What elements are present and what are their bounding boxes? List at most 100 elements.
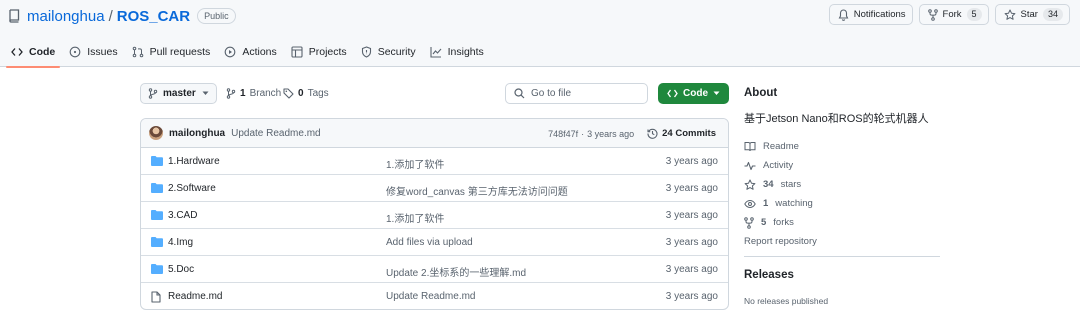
file-commit-message[interactable]: Update 2.坐标系的一些理解.md (386, 264, 526, 279)
tab-projects[interactable]: Projects (284, 36, 354, 67)
star-label: Star (1020, 9, 1038, 20)
file-name-link[interactable]: 3.CAD (168, 210, 197, 221)
file-commit-message[interactable]: 1.添加了软件 (386, 210, 444, 225)
watching-link[interactable]: 1 watching (744, 194, 940, 213)
commit-hash[interactable]: 748f47f (548, 129, 578, 139)
star-count: 34 (1042, 8, 1063, 21)
issue-icon (69, 46, 81, 58)
pulse-icon (744, 161, 756, 171)
file-date: 3 years ago (665, 264, 718, 275)
tab-insights[interactable]: Insights (423, 36, 491, 67)
book-icon (744, 141, 756, 152)
tab-actions[interactable]: Actions (217, 36, 283, 67)
latest-commit-row: mailonghua Update Readme.md 748f47f · 3 … (141, 119, 728, 148)
notifications-label: Notifications (853, 9, 906, 20)
tab-pull-requests-label: Pull requests (149, 45, 211, 58)
branch-name: master (163, 88, 196, 99)
commit-meta: 748f47f · 3 years ago 24 Commits (548, 119, 716, 148)
branches-count: 1 (240, 88, 246, 99)
tab-security[interactable]: Security (354, 36, 423, 67)
readme-label: Readme (763, 141, 799, 152)
no-releases-text: No releases published (744, 296, 829, 306)
commit-dot: · (581, 128, 585, 139)
stars-label: stars (780, 179, 802, 190)
folder-icon (151, 183, 163, 193)
file-navigation: master 1 Branch 0 Tags Go to file Code (140, 83, 729, 104)
about-panel: About 基于Jetson Nano和ROS的轮式机器人 Readme Act… (744, 83, 940, 251)
stars-link[interactable]: 34 stars (744, 175, 940, 194)
chevron-down-icon (202, 91, 209, 96)
go-to-file-input[interactable]: Go to file (505, 83, 648, 104)
repo-owner-link[interactable]: mailonghua (27, 8, 105, 25)
file-commit-message[interactable]: 1.添加了软件 (386, 156, 444, 171)
file-date: 3 years ago (665, 183, 718, 194)
tags-count: 0 (298, 88, 304, 99)
chevron-down-icon (713, 91, 720, 96)
tab-issues[interactable]: Issues (62, 36, 124, 67)
tab-insights-label: Insights (447, 45, 484, 58)
activity-label: Activity (763, 160, 794, 171)
tab-security-label: Security (377, 45, 416, 58)
folder-icon (151, 156, 163, 166)
table-row: 1.Hardware 1.添加了软件 3 years ago (141, 148, 728, 175)
branches-link[interactable]: 1 Branch (226, 83, 281, 104)
star-icon (1004, 9, 1016, 21)
table-row: 3.CAD 1.添加了软件 3 years ago (141, 202, 728, 229)
repo-description: 基于Jetson Nano和ROS的轮式机器人 (744, 113, 929, 125)
file-name-link[interactable]: 2.Software (168, 183, 216, 194)
fork-button[interactable]: Fork 5 (918, 4, 989, 25)
commits-count: 24 Commits (662, 128, 716, 139)
code-dropdown-button[interactable]: Code (658, 83, 729, 104)
commit-author[interactable]: mailonghua (169, 128, 225, 139)
file-name-link[interactable]: 4.Img (168, 237, 193, 248)
file-name-link[interactable]: Readme.md (168, 291, 222, 302)
commits-history-link[interactable]: 24 Commits (647, 128, 716, 139)
file-date: 3 years ago (665, 156, 718, 167)
report-repository-link[interactable]: Report repository (744, 232, 940, 251)
activity-link[interactable]: Activity (744, 156, 940, 175)
search-icon (514, 88, 525, 99)
tag-icon (283, 88, 294, 99)
forks-link[interactable]: 5 forks (744, 213, 940, 232)
tags-label: Tags (307, 88, 329, 99)
branches-label: Branch (249, 88, 282, 99)
tags-link[interactable]: 0 Tags (283, 83, 329, 104)
commit-time: 3 years ago (587, 128, 635, 139)
table-row: 5.Doc Update 2.坐标系的一些理解.md 3 years ago (141, 256, 728, 283)
forks-label: forks (773, 217, 794, 228)
file-commit-message[interactable]: 修复word_canvas 第三方库无法访问问题 (386, 183, 568, 198)
graph-icon (430, 46, 442, 58)
file-commit-message[interactable]: Update Readme.md (386, 291, 476, 302)
tab-actions-label: Actions (242, 45, 277, 58)
branch-selector[interactable]: master (140, 83, 217, 104)
history-icon (647, 128, 658, 139)
tab-issues-label: Issues (87, 45, 118, 58)
repo-title: mailonghua / ROS_CAR Public (8, 6, 236, 26)
star-button[interactable]: Star 34 (994, 4, 1070, 25)
play-icon (224, 46, 236, 58)
notifications-button[interactable]: Notifications (828, 4, 913, 25)
tab-code[interactable]: Code (4, 36, 62, 68)
watching-label: watching (775, 198, 813, 209)
repo-icon (8, 9, 20, 23)
repo-name-link[interactable]: ROS_CAR (117, 8, 190, 25)
file-date: 3 years ago (665, 237, 718, 248)
commit-message[interactable]: Update Readme.md (231, 128, 321, 139)
about-title: About (744, 87, 778, 99)
file-table: mailonghua Update Readme.md 748f47f · 3 … (140, 118, 729, 310)
tab-pull-requests[interactable]: Pull requests (125, 36, 218, 67)
file-name-link[interactable]: 5.Doc (168, 264, 194, 275)
file-date: 3 years ago (665, 210, 718, 221)
file-name-link[interactable]: 1.Hardware (168, 156, 220, 167)
releases-title[interactable]: Releases (744, 269, 794, 281)
branch-icon (148, 88, 158, 99)
file-icon (151, 291, 161, 303)
about-links: Readme Activity 34 stars 1 watching 5 fo… (744, 137, 940, 251)
readme-link[interactable]: Readme (744, 137, 940, 156)
bell-icon (838, 8, 849, 21)
visibility-badge: Public (197, 8, 236, 24)
avatar[interactable] (149, 126, 163, 140)
fork-icon (744, 216, 754, 229)
repo-action-buttons: Notifications Fork 5 Star 34 (828, 4, 1070, 25)
file-commit-message[interactable]: Add files via upload (386, 237, 473, 248)
